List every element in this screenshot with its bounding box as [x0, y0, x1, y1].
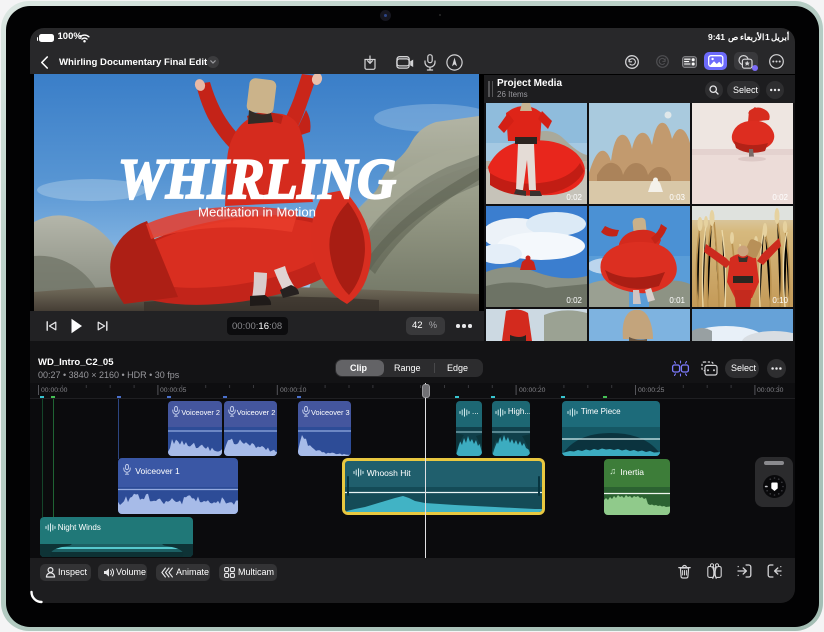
svg-text:00:00:30: 00:00:30: [757, 387, 784, 394]
svg-text:0:10: 0:10: [772, 296, 788, 305]
svg-text:0:02: 0:02: [772, 193, 788, 202]
svg-text:0:01: 0:01: [669, 296, 685, 305]
svg-text:0:02: 0:02: [566, 296, 582, 305]
svg-text:Meditation in Motion: Meditation in Motion: [198, 205, 316, 220]
svg-text:00:00:10: 00:00:10: [280, 387, 307, 394]
svg-text:0:03: 0:03: [669, 193, 685, 202]
svg-text:00:00:05: 00:00:05: [160, 387, 187, 394]
svg-text:0:02: 0:02: [566, 193, 582, 202]
svg-text:WHIRLING: WHIRLING: [118, 148, 396, 211]
svg-text:00:00:00: 00:00:00: [41, 387, 68, 394]
svg-text:00:00:25: 00:00:25: [638, 387, 665, 394]
svg-text:00:00:20: 00:00:20: [519, 387, 546, 394]
